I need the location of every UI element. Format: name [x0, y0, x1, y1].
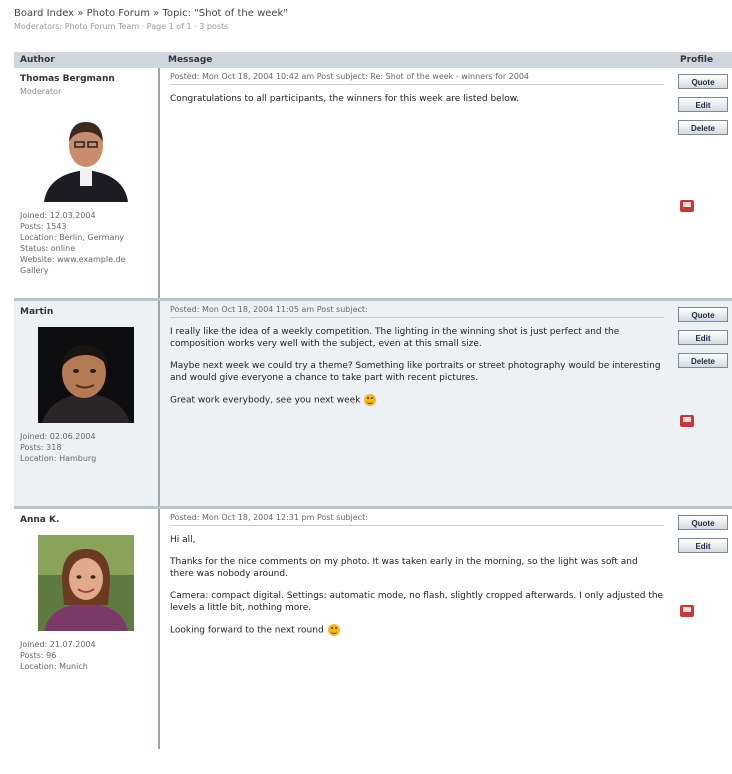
author-meta: Joined: 12.03.2004 Posts: 1543 Location:…: [20, 211, 126, 275]
edit-button[interactable]: Edit: [678, 330, 728, 345]
breadcrumb-subline: Moderators: Photo Forum Team · Page 1 of…: [14, 22, 229, 31]
author-meta: Joined: 02.06.2004 Posts: 318 Location: …: [20, 432, 97, 463]
actions-column-header: Profile: [680, 55, 714, 65]
post-body: Posted: Mon Oct 18, 2004 12:31 pm Post s…: [160, 509, 674, 749]
author-name[interactable]: Anna K.: [20, 515, 152, 525]
avatar: [38, 535, 134, 631]
post-paragraph: Congratulations to all participants, the…: [170, 94, 520, 104]
avatar: [38, 106, 134, 202]
author-name[interactable]: Martin: [20, 307, 152, 317]
table-header: Author Message Profile: [14, 52, 732, 68]
topic-board: Author Message Profile Thomas Bergmann M…: [14, 52, 732, 749]
report-icon[interactable]: [680, 200, 694, 212]
delete-button[interactable]: Delete: [678, 353, 728, 368]
post-date: Posted: Mon Oct 18, 2004 12:31 pm Post s…: [170, 513, 664, 526]
quote-button[interactable]: Quote: [678, 515, 728, 530]
post: Thomas Bergmann Moderator Joined: 12.03.…: [14, 68, 732, 301]
post-paragraph: Maybe next week we could try a theme? So…: [170, 361, 661, 383]
post-actions: Quote Edit Delete: [674, 68, 732, 298]
author-column-header: Author: [20, 55, 55, 65]
edit-button[interactable]: Edit: [678, 538, 728, 553]
post-paragraph: Great work everybody, see you next week: [170, 394, 664, 407]
post-actions: Quote Edit Delete: [674, 301, 732, 506]
page-header: Board Index » Photo Forum » Topic: "Shot…: [14, 8, 714, 31]
smiley-icon: [327, 624, 340, 636]
post-actions: Quote Edit: [674, 509, 732, 749]
delete-button[interactable]: Delete: [678, 120, 728, 135]
post-paragraph: I really like the idea of a weekly compe…: [170, 327, 620, 349]
message-column-header: Message: [168, 55, 213, 65]
post-date: Posted: Mon Oct 18, 2004 11:05 am Post s…: [170, 305, 664, 318]
post-date: Posted: Mon Oct 18, 2004 10:42 am Post s…: [170, 72, 664, 85]
post-body: Posted: Mon Oct 18, 2004 11:05 am Post s…: [160, 301, 674, 506]
edit-button[interactable]: Edit: [678, 97, 728, 112]
author-meta: Joined: 21.07.2004 Posts: 96 Location: M…: [20, 640, 96, 671]
post-author-panel: Martin Joined: 02.06.2004 Posts: 318 Loc…: [14, 301, 160, 506]
post-body: Posted: Mon Oct 18, 2004 10:42 am Post s…: [160, 68, 674, 298]
author-name[interactable]: Thomas Bergmann: [20, 74, 152, 84]
post-paragraph: Looking forward to the next round: [170, 624, 664, 637]
avatar: [38, 327, 134, 423]
post-paragraph: Hi all,: [170, 535, 196, 545]
breadcrumb[interactable]: Board Index » Photo Forum » Topic: "Shot…: [14, 8, 714, 19]
post: Anna K. Joined: 21.07.2004 Posts: 96 Loc…: [14, 509, 732, 749]
post: Martin Joined: 02.06.2004 Posts: 318 Loc…: [14, 301, 732, 509]
post-paragraph: Thanks for the nice comments on my photo…: [170, 557, 638, 579]
author-role: Moderator: [20, 87, 62, 96]
quote-button[interactable]: Quote: [678, 74, 728, 89]
report-icon[interactable]: [680, 415, 694, 427]
post-paragraph: Camera: compact digital. Settings: autom…: [170, 591, 664, 613]
quote-button[interactable]: Quote: [678, 307, 728, 322]
smiley-icon: [364, 394, 377, 406]
post-author-panel: Thomas Bergmann Moderator Joined: 12.03.…: [14, 68, 160, 298]
post-author-panel: Anna K. Joined: 21.07.2004 Posts: 96 Loc…: [14, 509, 160, 749]
report-icon[interactable]: [680, 605, 694, 617]
